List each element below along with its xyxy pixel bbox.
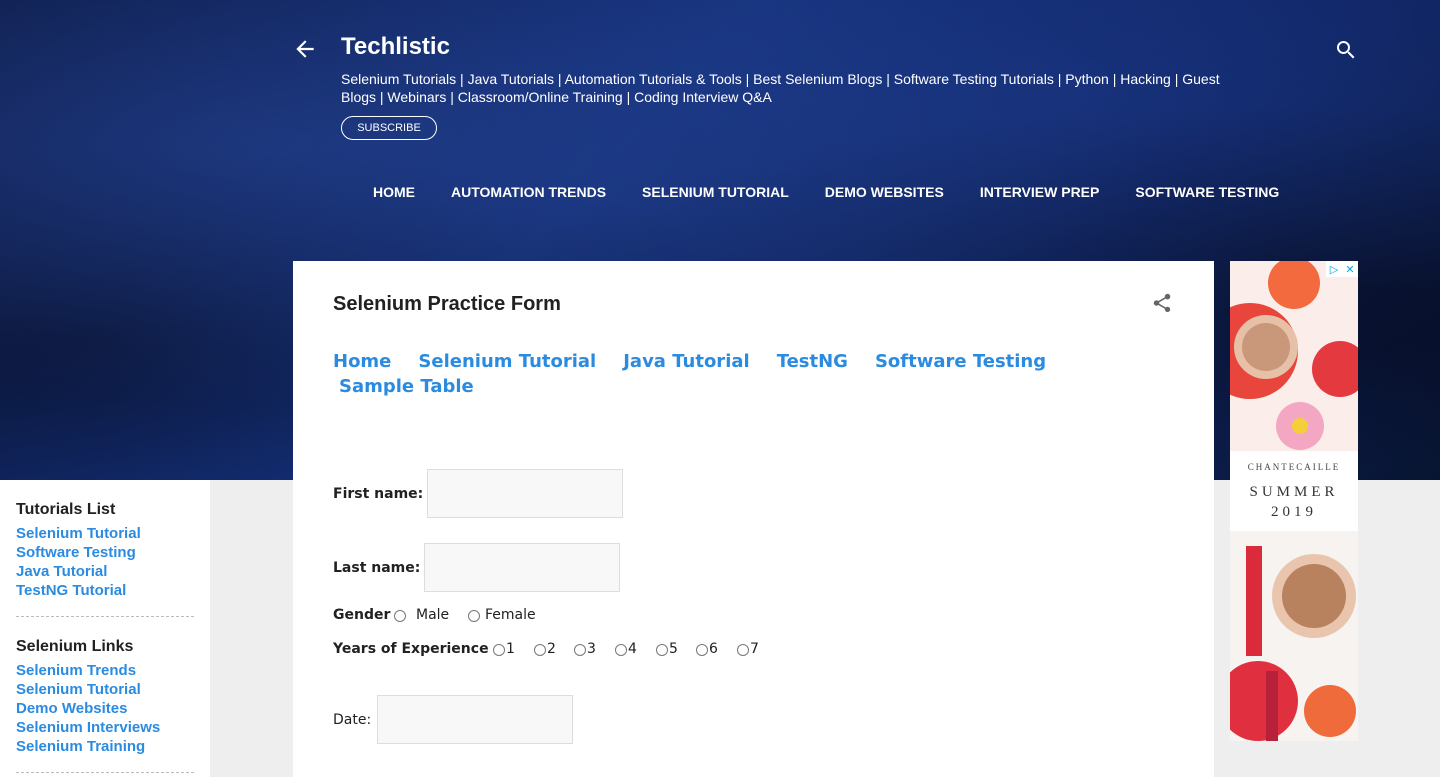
- experience-radio-6[interactable]: [696, 644, 708, 656]
- sidebar-link-selenium-tutorial-2[interactable]: Selenium Tutorial: [16, 681, 141, 698]
- ad-close-icon[interactable]: ✕: [1342, 261, 1358, 277]
- nav-home[interactable]: HOME: [373, 184, 415, 200]
- experience-radio-3[interactable]: [574, 644, 586, 656]
- tutorials-heading: Tutorials List: [16, 501, 116, 518]
- ad-brand: CHANTECAILLE: [1247, 462, 1341, 472]
- nav-interview-prep[interactable]: INTERVIEW PREP: [980, 184, 1100, 200]
- ad-headline-1: SUMMER: [1249, 484, 1339, 500]
- link-selenium-tutorial[interactable]: Selenium Tutorial: [418, 351, 596, 372]
- sidebar-divider: [16, 772, 194, 773]
- ad-headline-2: 2019: [1271, 504, 1317, 520]
- gender-female-label: Female: [485, 607, 536, 623]
- selenium-links-heading: Selenium Links: [16, 638, 134, 655]
- first-name-label: First name:: [333, 486, 424, 502]
- experience-option-4: 4: [628, 641, 637, 657]
- gender-female-radio[interactable]: [468, 610, 480, 622]
- experience-label: Years of Experience: [333, 641, 489, 657]
- link-java-tutorial[interactable]: Java Tutorial: [623, 351, 749, 372]
- experience-option-2: 2: [547, 641, 556, 657]
- link-testng[interactable]: TestNG: [777, 351, 848, 372]
- experience-radio-4[interactable]: [615, 644, 627, 656]
- nav-selenium-tutorial[interactable]: SELENIUM TUTORIAL: [642, 184, 789, 200]
- last-name-input[interactable]: [424, 543, 620, 592]
- experience-radio-7[interactable]: [737, 644, 749, 656]
- sidebar-divider: [16, 616, 194, 617]
- back-arrow-icon[interactable]: [292, 36, 318, 62]
- sidebar-link-java-tutorial[interactable]: Java Tutorial: [16, 563, 107, 580]
- site-title[interactable]: Techlistic: [341, 33, 450, 61]
- sidebar-link-testng-tutorial[interactable]: TestNG Tutorial: [16, 582, 126, 599]
- gender-male-radio[interactable]: [394, 610, 406, 622]
- sidebar-link-selenium-trends[interactable]: Selenium Trends: [16, 662, 136, 679]
- nav-demo-websites[interactable]: DEMO WEBSITES: [825, 184, 944, 200]
- sidebar-link-selenium-training[interactable]: Selenium Training: [16, 738, 145, 755]
- ad-badge: ▷ ✕: [1326, 261, 1358, 277]
- adchoices-icon[interactable]: ▷: [1326, 261, 1342, 277]
- date-input[interactable]: [377, 695, 573, 744]
- experience-radio-2[interactable]: [534, 644, 546, 656]
- experience-radio-5[interactable]: [656, 644, 668, 656]
- experience-option-1: 1: [506, 641, 515, 657]
- experience-option-6: 6: [709, 641, 718, 657]
- ad-headline: SUMMER 2019: [1230, 482, 1358, 522]
- sidebar-link-demo-websites[interactable]: Demo Websites: [16, 700, 127, 717]
- link-sample-table[interactable]: Sample Table: [339, 376, 474, 397]
- experience-option-3: 3: [587, 641, 596, 657]
- gender-label: Gender: [333, 607, 391, 623]
- link-home[interactable]: Home: [333, 351, 391, 372]
- last-name-label: Last name:: [333, 560, 421, 576]
- sidebar-link-software-testing[interactable]: Software Testing: [16, 544, 136, 561]
- sidebar-link-selenium-tutorial[interactable]: Selenium Tutorial: [16, 525, 141, 542]
- nav-automation-trends[interactable]: AUTOMATION TRENDS: [451, 184, 606, 200]
- advertisement[interactable]: ▷ ✕ CHANTECAILLE SUMMER 2019: [1230, 261, 1358, 741]
- link-software-testing[interactable]: Software Testing: [875, 351, 1046, 372]
- nav-software-testing[interactable]: SOFTWARE TESTING: [1135, 184, 1279, 200]
- site-description: Selenium Tutorials | Java Tutorials | Au…: [341, 71, 1220, 105]
- subscribe-button[interactable]: SUBSCRIBE: [341, 116, 437, 140]
- post-links: Home Selenium Tutorial Java Tutorial TestNG…: [333, 349, 1113, 399]
- sidebar-link-selenium-interviews[interactable]: Selenium Interviews: [16, 719, 160, 736]
- sidebar: Tutorials List Selenium Tutorial Softwar…: [0, 480, 210, 777]
- experience-radio-1[interactable]: [493, 644, 505, 656]
- first-name-input[interactable]: [427, 469, 623, 518]
- search-icon[interactable]: [1334, 38, 1358, 62]
- post-card: Selenium Practice Form Home Selenium Tuto…: [293, 261, 1214, 777]
- date-label: Date:: [333, 712, 372, 728]
- experience-option-5: 5: [669, 641, 678, 657]
- main-nav: HOME AUTOMATION TRENDS SELENIUM TUTORIAL…: [373, 184, 1315, 200]
- share-icon[interactable]: [1151, 292, 1173, 314]
- gender-male-label: Male: [416, 607, 450, 623]
- experience-option-7: 7: [750, 641, 759, 657]
- post-title: Selenium Practice Form: [333, 293, 561, 315]
